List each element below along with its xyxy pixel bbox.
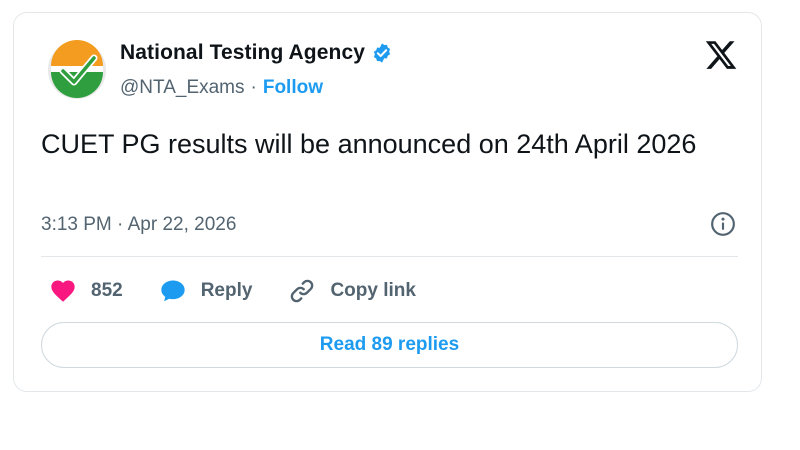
info-icon[interactable] [710, 211, 736, 237]
speech-bubble-icon [161, 280, 185, 302]
account-handle[interactable]: @NTA_Exams [120, 77, 245, 99]
account-name-row: National Testing Agency [120, 41, 393, 65]
tweet-timestamp[interactable]: 3:13 PM · Apr 22, 2026 [41, 214, 236, 236]
reply-button[interactable]: Reply [159, 277, 253, 305]
read-replies-button[interactable]: Read 89 replies [41, 322, 738, 368]
follow-button[interactable]: Follow [263, 77, 323, 99]
reply-label: Reply [200, 280, 253, 301]
action-bar: 852 Reply Copy link [49, 277, 452, 305]
tweet-text: CUET PG results will be announced on 24t… [41, 129, 697, 159]
x-logo-icon[interactable] [704, 38, 738, 72]
separator-dot: · [250, 77, 257, 98]
like-button[interactable]: 852 [49, 277, 123, 305]
heart-icon [51, 280, 75, 302]
nta-logo-avatar[interactable] [47, 40, 107, 100]
tweet-card: National Testing Agency @NTA_Exams · Fol… [13, 12, 762, 392]
copy-link-button[interactable]: Copy link [288, 277, 416, 305]
like-count: 852 [91, 280, 123, 301]
link-icon [291, 279, 314, 303]
account-name[interactable]: National Testing Agency [120, 41, 365, 65]
divider [41, 256, 738, 257]
verified-badge-icon [373, 43, 391, 63]
copy-link-label: Copy link [330, 280, 416, 301]
handle-row: @NTA_Exams · Follow [120, 77, 323, 99]
